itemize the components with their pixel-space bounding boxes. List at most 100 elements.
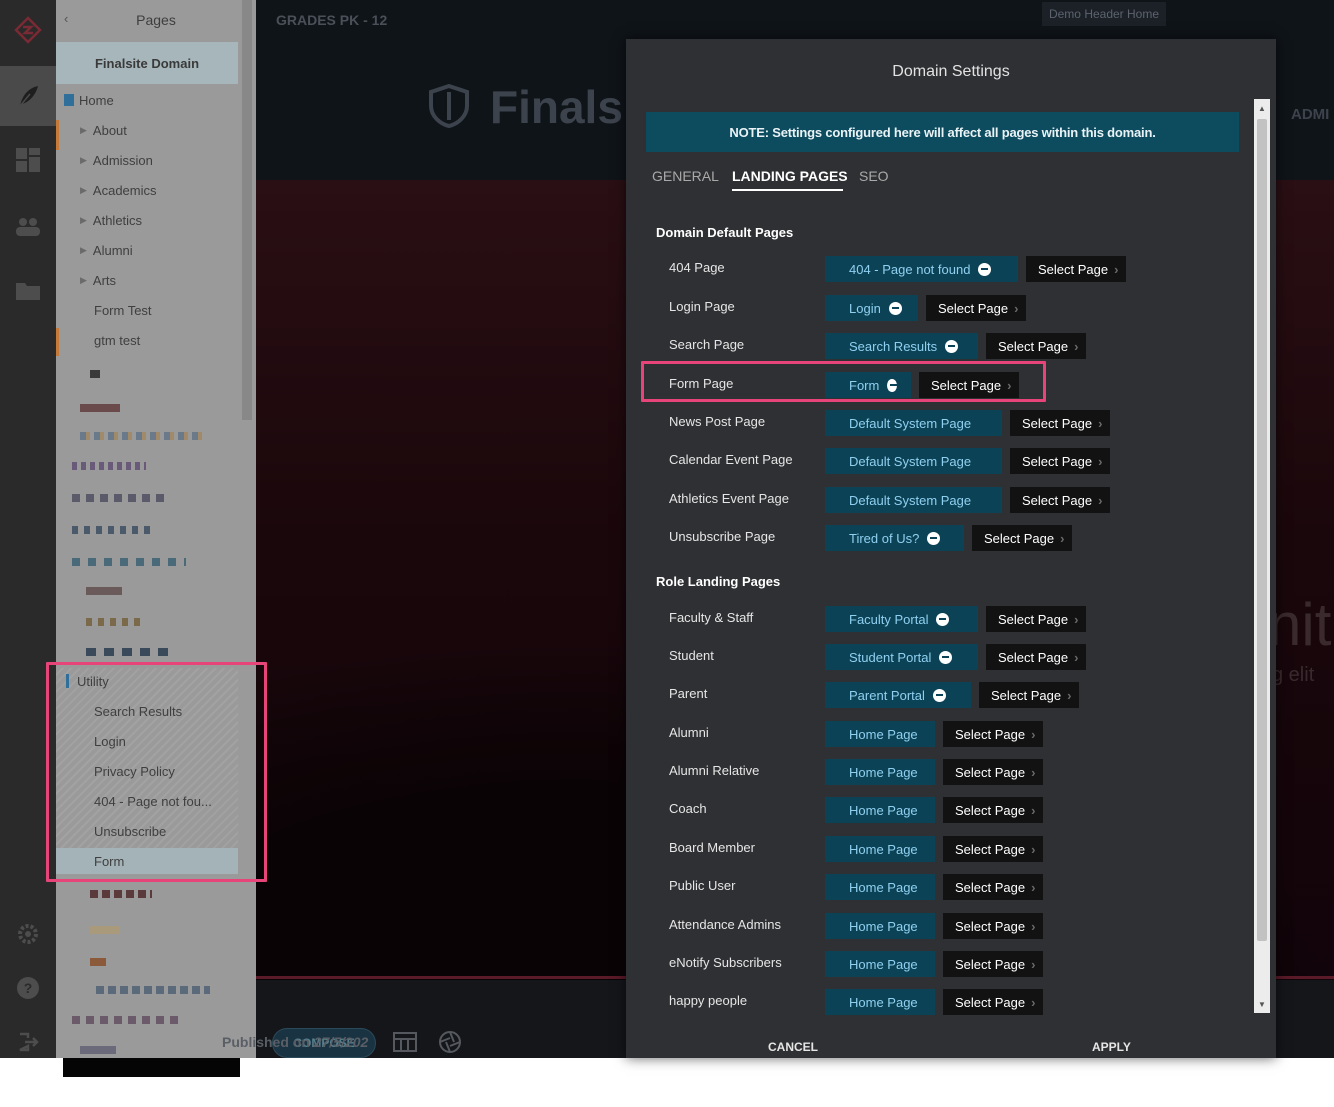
selected-page-chip[interactable]: Default System Page (825, 487, 1002, 513)
select-page-button[interactable]: Select Page › (943, 913, 1044, 939)
gear-icon[interactable] (0, 904, 56, 964)
tab-seo[interactable]: SEO (859, 168, 889, 184)
published-status: Published on 27/5/202 (222, 1034, 368, 1050)
select-page-button[interactable]: Select Page › (926, 295, 1027, 321)
expand-arrow-icon[interactable]: ▶ (80, 245, 87, 256)
help-icon[interactable]: ? (0, 958, 56, 1018)
select-page-button[interactable]: Select Page › (943, 874, 1044, 900)
users-icon[interactable] (0, 196, 56, 256)
selected-page-chip[interactable]: Default System Page (825, 448, 1002, 474)
selected-page-chip[interactable]: Home Page (825, 721, 935, 747)
logout-icon[interactable] (0, 1012, 56, 1072)
compose-feather-icon[interactable] (0, 66, 56, 126)
chevron-right-icon: › (1031, 956, 1036, 972)
selected-page-chip[interactable]: Parent Portal (825, 682, 971, 708)
selected-page-name: 404 - Page not found (849, 261, 971, 277)
tree-item-arts[interactable]: ▶ Arts (80, 265, 116, 295)
remove-page-icon[interactable] (945, 339, 959, 353)
redacted-item (86, 618, 142, 626)
selected-page-chip[interactable]: Search Results (825, 333, 978, 359)
cancel-button[interactable]: CANCEL (768, 1040, 818, 1054)
selected-page-chip[interactable]: Home Page (825, 951, 935, 977)
select-page-button[interactable]: Select Page › (972, 525, 1073, 551)
selected-page-chip[interactable]: Default System Page (825, 410, 1002, 436)
aperture-icon[interactable] (438, 1030, 462, 1054)
select-page-button[interactable]: Select Page › (986, 644, 1087, 670)
expand-arrow-icon[interactable]: ▶ (80, 155, 87, 166)
remove-page-icon[interactable] (939, 650, 953, 664)
remove-page-icon[interactable] (932, 688, 946, 702)
chevron-right-icon: › (1074, 649, 1079, 665)
selected-page-chip[interactable]: Faculty Portal (825, 606, 978, 632)
select-page-button[interactable]: Select Page › (1010, 410, 1111, 436)
select-page-button[interactable]: Select Page › (1026, 256, 1127, 282)
select-page-label: Select Page (998, 611, 1069, 627)
select-page-button[interactable]: Select Page › (1010, 487, 1111, 513)
select-page-button[interactable]: Select Page › (943, 797, 1044, 823)
select-page-label: Select Page (955, 726, 1026, 742)
finalsite-logo-icon[interactable] (0, 0, 56, 60)
selected-page-chip[interactable]: Home Page (825, 836, 935, 862)
selected-page-name: Home Page (849, 764, 918, 780)
tree-item-admission[interactable]: ▶ Admission (80, 145, 153, 175)
row-label-board-member: Board Member (669, 840, 755, 855)
folder-icon[interactable] (0, 260, 56, 320)
selected-page-chip[interactable]: Tired of Us? (825, 525, 964, 551)
remove-page-icon[interactable] (936, 612, 950, 626)
tree-item-athletics[interactable]: ▶ Athletics (80, 205, 142, 235)
row-label-attendance-admins: Attendance Admins (669, 917, 782, 932)
select-page-label: Select Page (1038, 261, 1109, 277)
expand-arrow-icon[interactable]: ▶ (80, 275, 87, 286)
tree-item-about[interactable]: ▶ About (80, 115, 127, 145)
selected-page-chip[interactable]: Login (825, 295, 918, 321)
published-date: 27/5/202 (313, 1034, 369, 1050)
select-page-button[interactable]: Select Page › (979, 682, 1080, 708)
back-chevron-icon[interactable]: ‹ (64, 11, 68, 26)
panel-bottom-bar (63, 1058, 240, 1077)
screen: ? Pages ‹ Finalsite Domain Home ▶ About ▶… (0, 0, 1334, 1107)
selected-page-chip[interactable]: Home Page (825, 874, 935, 900)
redacted-item (86, 587, 122, 595)
select-page-button[interactable]: Select Page › (1010, 448, 1111, 474)
apply-button[interactable]: APPLY (1092, 1040, 1131, 1054)
selected-page-chip[interactable]: Student Portal (825, 644, 978, 670)
remove-page-icon[interactable] (927, 531, 941, 545)
remove-page-icon[interactable] (978, 262, 992, 276)
selected-page-chip[interactable]: Home Page (825, 913, 935, 939)
redacted-item (72, 494, 168, 502)
selected-page-chip[interactable]: Home Page (825, 797, 935, 823)
tree-item-gtm-test[interactable]: gtm test (94, 325, 140, 355)
tree-item-form-test[interactable]: Form Test (94, 295, 152, 325)
domain-tree-root[interactable]: Finalsite Domain (56, 42, 238, 84)
chevron-right-icon: › (1060, 530, 1065, 546)
expand-arrow-icon[interactable]: ▶ (80, 125, 87, 136)
select-page-button[interactable]: Select Page › (943, 721, 1044, 747)
tree-item-alumni[interactable]: ▶ Alumni (80, 235, 133, 265)
selected-page-chip[interactable]: Home Page (825, 989, 935, 1015)
scroll-down-arrow-icon[interactable]: ▼ (1254, 997, 1270, 1011)
selected-page-chip[interactable]: 404 - Page not found (825, 256, 1018, 282)
tree-item-academics[interactable]: ▶ Academics (80, 175, 157, 205)
tab-general[interactable]: GENERAL (652, 168, 719, 184)
select-page-button[interactable]: Select Page › (943, 989, 1044, 1015)
select-page-button[interactable]: Select Page › (943, 759, 1044, 785)
remove-page-icon[interactable] (888, 301, 902, 315)
scroll-up-arrow-icon[interactable]: ▲ (1254, 101, 1270, 115)
layout-grid-icon[interactable] (393, 1030, 417, 1054)
select-page-button[interactable]: Select Page › (986, 606, 1087, 632)
select-page-button[interactable]: Select Page › (943, 951, 1044, 977)
modal-scrollbar-thumb[interactable] (1257, 119, 1267, 941)
expand-arrow-icon[interactable]: ▶ (80, 185, 87, 196)
selected-page-chip[interactable]: Home Page (825, 759, 935, 785)
demo-header-home-button[interactable]: Demo Header Home (1042, 2, 1166, 26)
select-page-button[interactable]: Select Page › (943, 836, 1044, 862)
tree-marker (56, 328, 59, 356)
dashboard-icon[interactable] (0, 130, 56, 190)
row-label-404-page: 404 Page (669, 260, 725, 275)
tree-item-home[interactable]: Home (64, 85, 114, 115)
expand-arrow-icon[interactable]: ▶ (80, 215, 87, 226)
select-page-button[interactable]: Select Page › (986, 333, 1087, 359)
tab-landing-pages[interactable]: LANDING PAGES (732, 168, 848, 184)
selected-page-name: Home Page (849, 994, 918, 1010)
pages-scrollbar[interactable] (242, 0, 252, 420)
